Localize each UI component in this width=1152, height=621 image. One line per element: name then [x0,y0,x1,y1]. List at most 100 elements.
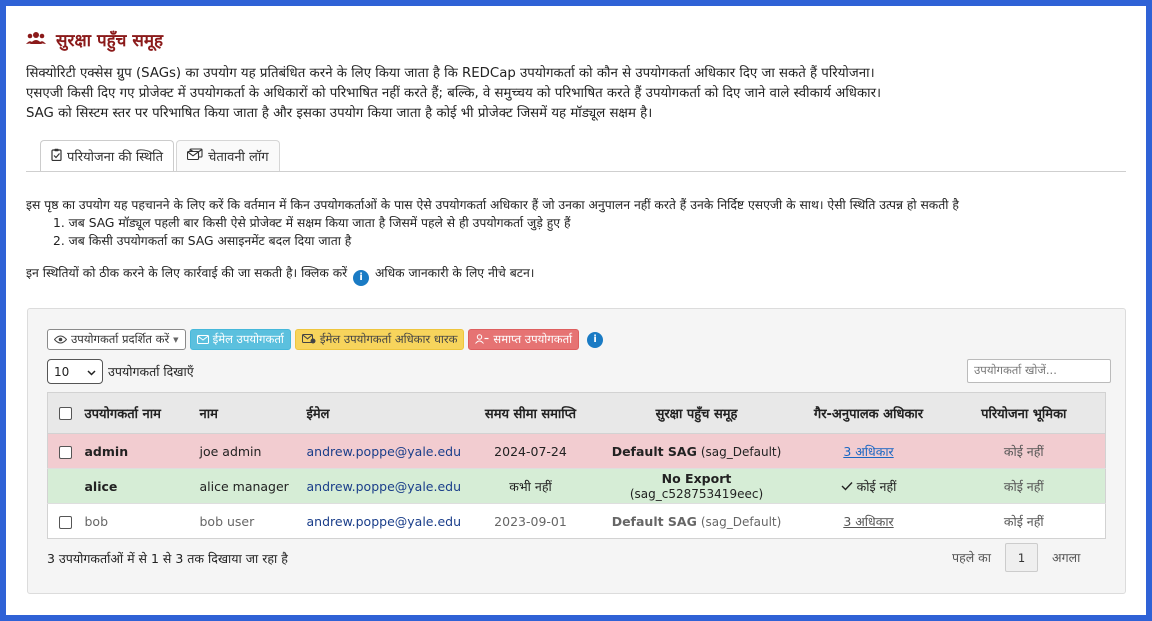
row-select-cell [47,468,84,504]
email-users-button[interactable]: ईमेल उपयोगकर्ता [189,329,291,350]
rights-cell: कोई नहीं [794,468,943,504]
rights-cell: 3 अधिकार [794,503,943,539]
clipboard-check-icon [51,148,62,165]
users-table: उपयोगकर्ता नाम नाम ईमेल समय सीमा समाप्ति… [47,392,1106,539]
tab-bar: परियोजना की स्थिति चेतावनी लॉग [40,140,282,171]
sag-cell: Default SAG (sag_Default) [598,503,795,539]
page-length-select[interactable]: 10 [47,359,103,384]
sag-id: (sag_Default) [700,444,782,459]
table-row[interactable]: admin joe admin andrew.poppe@yale.edu 20… [47,433,1106,469]
table-info: 3 उपयोगकर्ताओं में से 1 से 3 तक दिखाया ज… [47,551,288,566]
role-cell: कोई नहीं [942,433,1106,469]
sag-cell: No Export (sag_c528753419eec) [598,468,795,504]
search-input[interactable]: उपयोगकर्ता खोजें... [967,359,1111,383]
page-frame: सुरक्षा पहुँच समूह सिक्योरिटी एक्सेस ग्र… [6,6,1146,615]
pagination: पहले का 1 अगला [952,543,1080,572]
page-length-label: उपयोगकर्ता दिखाएँ [108,364,194,379]
column-header[interactable]: गैर-अनुपालक अधिकार [794,392,943,434]
users-table-panel: उपयोगकर्ता प्रदर्शित करें ▼ ईमेल उपयोगकर… [27,308,1126,594]
action-note-text: इन स्थितियों को ठीक करने के लिए कार्रवाई… [26,266,348,280]
select-all-checkbox[interactable] [59,406,73,420]
page-length-control: 10 उपयोगकर्ता दिखाएँ [47,359,194,384]
user-minus-icon [475,333,489,347]
info-icon: i [353,270,370,286]
row-checkbox[interactable] [59,445,73,459]
info-icon[interactable]: i [587,331,604,348]
users-icon [26,31,48,49]
display-users-dropdown[interactable]: उपयोगकर्ता प्रदर्शित करें ▼ [47,329,186,350]
button-label: ईमेल उपयोगकर्ता अधिकार धारक [319,332,458,346]
button-label: उपयोगकर्ता प्रदर्शित करें [71,332,170,346]
action-note-text: अधिक जानकारी के लिए नीचे बटन। [375,266,535,280]
column-header[interactable]: ईमेल [305,392,463,434]
email-cell: andrew.poppe@yale.edu [305,503,463,539]
rights-value: कोई नहीं [856,478,897,494]
button-label: समाप्त उपयोगकर्ता [493,332,573,346]
role-cell: कोई नहीं [942,468,1106,504]
select-all-cell [47,392,84,434]
chevron-down-icon: ▼ [173,335,179,344]
email-cell: andrew.poppe@yale.edu [305,433,463,469]
intro-line: सिक्योरिटी एक्सेस ग्रुप (SAGs) का उपयोग … [26,66,875,81]
tab-alert-log[interactable]: चेतावनी लॉग [176,140,280,171]
column-header[interactable]: परियोजना भूमिका [942,392,1106,434]
button-label: ईमेल उपयोगकर्ता [212,332,284,346]
rights-cell: 3 अधिकार [794,433,943,469]
rights-link[interactable]: 3 अधिकार [843,444,893,459]
sag-name: Default SAG [611,443,697,459]
next-page-button[interactable]: अगला [1052,549,1080,566]
role-cell: कोई नहीं [942,503,1106,539]
eye-icon [53,333,68,347]
table-toolbar: उपयोगकर्ता प्रदर्शित करें ▼ ईमेल उपयोगकर… [47,329,605,350]
envelopes-icon [187,148,203,164]
page-length-value: 10 [54,364,70,379]
username-cell: bob [83,503,199,539]
table-row[interactable]: bob bob user andrew.poppe@yale.edu 2023-… [47,503,1106,539]
chevron-down-icon [87,365,96,379]
description: इस पृष्ठ का उपयोग यह पहचानने के लिए करें… [26,196,959,286]
previous-page-button[interactable]: पहले का [952,549,991,566]
check-icon [841,479,853,494]
email-rights-holders-button[interactable]: ईमेल उपयोगकर्ता अधिकार धारक [294,329,465,350]
action-note: इन स्थितियों को ठीक करने के लिए कार्रवाई… [26,264,959,286]
username-cell: admin [83,433,199,469]
sag-cell: Default SAG (sag_Default) [598,433,795,469]
page-title: सुरक्षा पहुँच समूह [56,31,164,51]
sag-name: No Export [661,471,732,486]
description-item: 1. जब SAG मॉड्यूल पहली बार किसी ऐसे प्रो… [53,216,571,230]
expire-users-button[interactable]: समाप्त उपयोगकर्ता [468,329,580,350]
column-header[interactable]: सुरक्षा पहुँच समूह [598,392,795,434]
envelope-gear-icon [301,333,316,347]
expiration-cell: 2023-09-01 [462,503,599,539]
column-header[interactable]: उपयोगकर्ता नाम [83,392,199,434]
column-header[interactable]: नाम [198,392,306,434]
rights-link[interactable]: 3 अधिकार [843,514,893,529]
column-header[interactable]: समय सीमा समाप्ति [462,392,599,434]
sag-name: Default SAG [611,513,697,529]
table-row[interactable]: alice alice manager andrew.poppe@yale.ed… [47,468,1106,504]
sag-id: (sag_c528753419eec) [629,487,764,501]
username-cell: alice [83,468,199,504]
row-select-cell [47,433,84,469]
tab-project-status[interactable]: परियोजना की स्थिति [40,140,175,171]
page-header: सुरक्षा पहुँच समूह [26,28,163,51]
page-number-button[interactable]: 1 [1005,543,1039,572]
table-header-row: उपयोगकर्ता नाम नाम ईमेल समय सीमा समाप्ति… [47,392,1106,434]
intro-line: SAG को सिस्टम स्तर पर परिभाषित किया जाता… [26,106,653,121]
description-line: इस पृष्ठ का उपयोग यह पहचानने के लिए करें… [26,198,959,212]
envelope-icon [196,333,209,347]
expiration-cell: 2024-07-24 [462,433,599,469]
email-cell: andrew.poppe@yale.edu [305,468,463,504]
name-cell: joe admin [198,433,306,469]
row-checkbox[interactable] [59,515,73,529]
name-cell: bob user [198,503,306,539]
description-item: 2. जब किसी उपयोगकर्ता का SAG असाइनमेंट ब… [53,234,352,248]
intro-line: एसएजी किसी दिए गए प्रोजेक्ट में उपयोगकर्… [26,86,882,101]
row-select-cell [47,503,84,539]
tab-label: चेतावनी लॉग [208,150,269,165]
sag-id: (sag_Default) [700,514,782,529]
expiration-cell: कभी नहीं [462,468,599,504]
intro-text: सिक्योरिटी एक्सेस ग्रुप (SAGs) का उपयोग … [26,64,881,124]
tab-divider [26,171,1126,172]
tab-label: परियोजना की स्थिति [67,150,164,165]
